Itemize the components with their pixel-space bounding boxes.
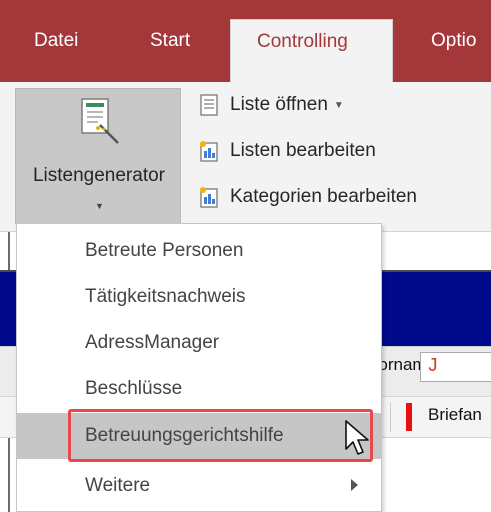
menu-item-betreute-personen[interactable]: Betreute Personen (17, 228, 381, 274)
category-edit-icon (200, 187, 218, 208)
menu-item-adressmanager[interactable]: AdressManager (17, 320, 381, 366)
list-document-icon (200, 94, 218, 116)
tab-optionen[interactable]: Optio (431, 30, 476, 52)
chevron-down-icon: ▼ (95, 201, 104, 211)
listengenerator-button[interactable]: Listengenerator ▼ (15, 88, 181, 224)
list-edit-icon (200, 141, 218, 162)
liste-oeffnen-button[interactable]: Liste öffnen ▼ (198, 88, 344, 122)
list-generator-icon (81, 98, 119, 144)
highlight-box (68, 409, 373, 462)
tab-datei[interactable]: Datei (34, 30, 78, 52)
menu-item-beschluesse[interactable]: Beschlüsse (17, 366, 381, 412)
menu-item-label: Tätigkeitsnachweis (85, 286, 246, 307)
tab-start[interactable]: Start (150, 30, 190, 52)
listen-bearbeiten-label: Listen bearbeiten (230, 140, 376, 161)
briefanrede-column-header[interactable]: Briefan (428, 405, 482, 425)
mouse-cursor-icon (345, 420, 369, 455)
menu-item-weitere[interactable]: Weitere (17, 463, 381, 509)
submenu-arrow-icon (351, 479, 358, 491)
kategorien-bearbeiten-button[interactable]: Kategorien bearbeiten (198, 180, 417, 214)
menu-item-label: Weitere (85, 475, 151, 496)
listen-bearbeiten-button[interactable]: Listen bearbeiten (198, 134, 376, 168)
kategorien-bearbeiten-label: Kategorien bearbeiten (230, 186, 417, 207)
menu-item-label: AdressManager (85, 332, 220, 353)
vorname-input[interactable]: J (420, 352, 491, 382)
tab-controlling-label: Controlling (257, 31, 348, 52)
menu-item-label: Beschlüsse (85, 378, 183, 399)
listengenerator-dropdown-menu: Betreute Personen Tätigkeitsnachweis Adr… (16, 223, 382, 512)
dropdown-arrow-icon: ▼ (333, 99, 344, 111)
menu-item-label: Betreute Personen (85, 240, 244, 261)
menu-item-taetigkeitsnachweis[interactable]: Tätigkeitsnachweis (17, 274, 381, 320)
listengenerator-label: Listengenerator (32, 165, 166, 186)
liste-oeffnen-label: Liste öffnen (230, 94, 328, 115)
column-separator (390, 402, 391, 432)
status-marker (406, 403, 412, 431)
tab-controlling[interactable]: Controlling (230, 19, 393, 83)
